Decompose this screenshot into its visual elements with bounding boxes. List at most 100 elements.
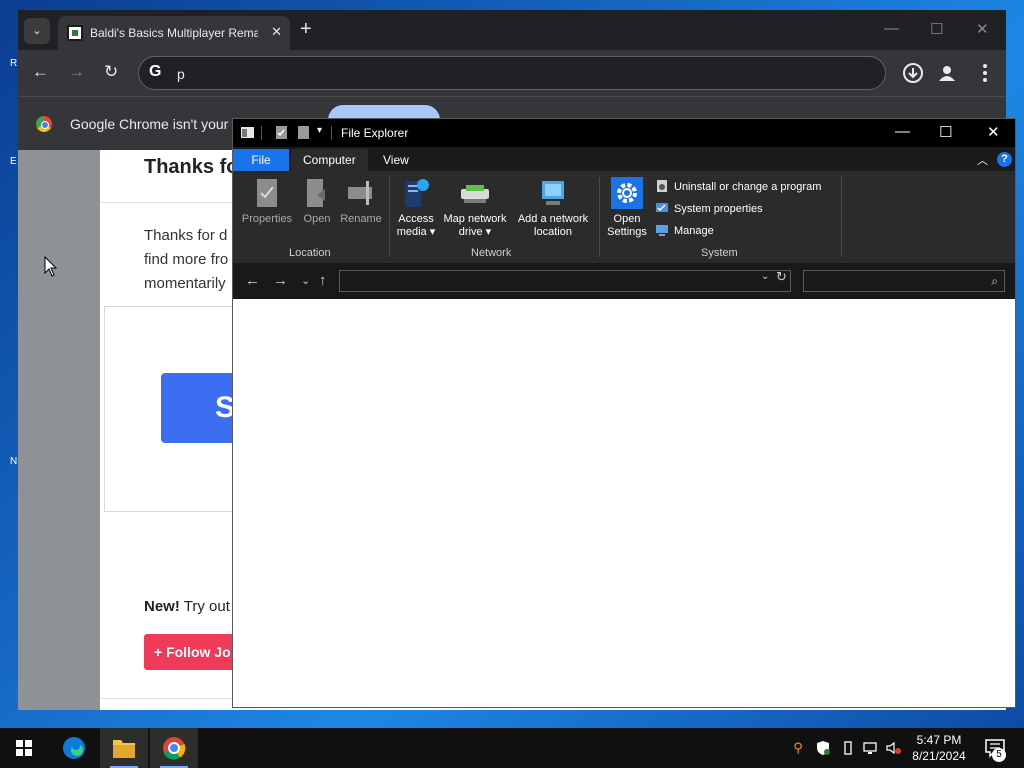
ribbon-computer: Properties Open Rename Location Access m… (233, 171, 1015, 263)
group-separator (841, 177, 842, 257)
volume-muted-icon[interactable] (885, 740, 901, 756)
uninstall-program-button[interactable]: Uninstall or change a program (655, 179, 821, 193)
tab-file[interactable]: File (233, 149, 289, 171)
system-properties-button[interactable]: System properties (655, 201, 763, 215)
tab-search-button[interactable]: ⌄ (24, 18, 50, 44)
open-settings-label-line: Settings (607, 226, 647, 238)
edge-icon (63, 737, 85, 759)
search-tray-icon[interactable]: ⚲ (790, 740, 806, 756)
windows-logo-icon (16, 740, 32, 756)
properties-icon (257, 179, 277, 207)
ribbon-tab-bar: File Computer View ︿ ? (233, 147, 1015, 171)
folder-icon (113, 740, 135, 758)
group-separator (599, 177, 600, 257)
open-settings-label-line: Open (613, 213, 641, 225)
rename-label: Rename (340, 213, 382, 225)
refresh-icon[interactable]: ↻ (776, 269, 787, 285)
rename-button[interactable]: Rename (337, 177, 385, 226)
path-input[interactable] (339, 270, 791, 292)
explorer-window-icon[interactable] (241, 126, 254, 139)
system-properties-icon (656, 203, 668, 212)
back-button[interactable]: ← (32, 62, 49, 82)
tab-close-icon[interactable]: ✕ (271, 24, 282, 40)
search-input[interactable]: ⌕ (803, 270, 1005, 292)
paragraph-line: momentarily (144, 275, 226, 292)
back-button[interactable]: ← (245, 272, 260, 289)
explorer-content-pane[interactable] (233, 299, 1015, 707)
clock-time: 5:47 PM (916, 733, 962, 747)
desktop-icon-strip: R E N (0, 0, 20, 728)
profile-icon[interactable] (936, 62, 958, 84)
properties-qat-icon[interactable] (275, 126, 288, 139)
promo-text: New! Try out (144, 598, 230, 615)
infobar-message: Google Chrome isn't your de (70, 116, 248, 132)
open-settings-button[interactable]: Open Settings (603, 177, 651, 239)
rename-icon (348, 181, 372, 205)
tab-view[interactable]: View (371, 149, 421, 171)
manage-button[interactable]: Manage (655, 223, 714, 237)
open-label: Open (303, 213, 331, 225)
minimize-button[interactable]: — (884, 20, 899, 37)
qat-separator (261, 126, 262, 140)
network-drive-icon (461, 185, 489, 203)
usb-device-icon[interactable] (840, 740, 856, 756)
windows-security-icon[interactable] (815, 740, 831, 756)
chrome-logo-icon (36, 116, 52, 132)
minimize-button[interactable]: — (895, 123, 910, 140)
system-clock[interactable]: 5:47 PM 8/21/2024 (906, 732, 972, 764)
computer-management-icon (656, 225, 668, 236)
page-paragraph: Thanks for d find more fro momentarily (144, 224, 234, 296)
add-network-location-button[interactable]: Add a network location (513, 177, 593, 239)
properties-button[interactable]: Properties (239, 177, 295, 226)
chrome-icon (163, 737, 186, 760)
map-network-drive-button[interactable]: Map network drive ▾ (439, 177, 511, 239)
chrome-toolbar: ← → ↻ G p (18, 50, 1006, 96)
browser-tab[interactable]: Baldi's Basics Multiplayer Remake ✕ (58, 16, 290, 50)
properties-label: Properties (241, 213, 293, 225)
access-media-label-line: Access (398, 213, 434, 225)
qat-dropdown-icon[interactable]: ▾ (317, 125, 322, 136)
close-button[interactable]: ✕ (976, 20, 989, 38)
maximize-button[interactable]: ☐ (939, 123, 952, 141)
map-drive-label-line: drive ▾ (458, 226, 492, 238)
taskbar-edge[interactable] (50, 728, 98, 768)
new-tab-button[interactable]: + (300, 19, 312, 39)
taskbar-file-explorer[interactable] (100, 728, 148, 768)
map-drive-label-line: Map network (443, 213, 507, 225)
network-icon[interactable] (862, 740, 878, 756)
network-location-icon (542, 181, 564, 205)
start-button[interactable] (0, 728, 48, 768)
reload-button[interactable]: ↻ (104, 62, 118, 82)
collapse-ribbon-icon[interactable]: ︿ (977, 152, 988, 168)
add-location-label-line: Add a network (517, 213, 589, 225)
settings-gear-icon (611, 177, 643, 209)
file-explorer-window: ▾ File Explorer — ☐ ✕ File Computer View… (232, 118, 1016, 708)
tab-title: Baldi's Basics Multiplayer Remake (90, 26, 258, 40)
kebab-menu-icon[interactable] (974, 62, 996, 84)
taskbar-chrome[interactable] (150, 728, 198, 768)
close-button[interactable]: ✕ (987, 123, 1000, 141)
up-button[interactable]: ↑ (319, 272, 327, 289)
forward-button[interactable]: → (68, 62, 85, 82)
path-dropdown-icon[interactable]: ⌄ (761, 271, 769, 282)
chrome-tab-strip: ⌄ Baldi's Basics Multiplayer Remake ✕ + … (18, 10, 1006, 50)
maximize-button[interactable]: ☐ (930, 20, 943, 38)
group-separator (389, 177, 390, 257)
uninstall-program-icon (657, 180, 667, 192)
media-server-icon (405, 179, 429, 207)
address-bar[interactable]: G p (138, 56, 886, 90)
recent-locations-button[interactable]: ⌄ (301, 274, 310, 287)
address-bar-text[interactable]: p (177, 66, 185, 82)
promo-body: Try out (179, 598, 230, 615)
paragraph-line: Thanks for d (144, 227, 228, 244)
open-icon (307, 179, 325, 207)
help-icon[interactable]: ? (997, 152, 1012, 167)
uninstall-program-label: Uninstall or change a program (674, 181, 822, 193)
access-media-button[interactable]: Access media ▾ (393, 177, 439, 239)
new-folder-qat-icon[interactable] (297, 126, 310, 139)
forward-button[interactable]: → (273, 272, 288, 289)
download-icon[interactable] (902, 62, 924, 84)
window-title: File Explorer (341, 126, 409, 140)
open-button[interactable]: Open (297, 177, 337, 226)
tab-computer[interactable]: Computer (291, 149, 368, 171)
